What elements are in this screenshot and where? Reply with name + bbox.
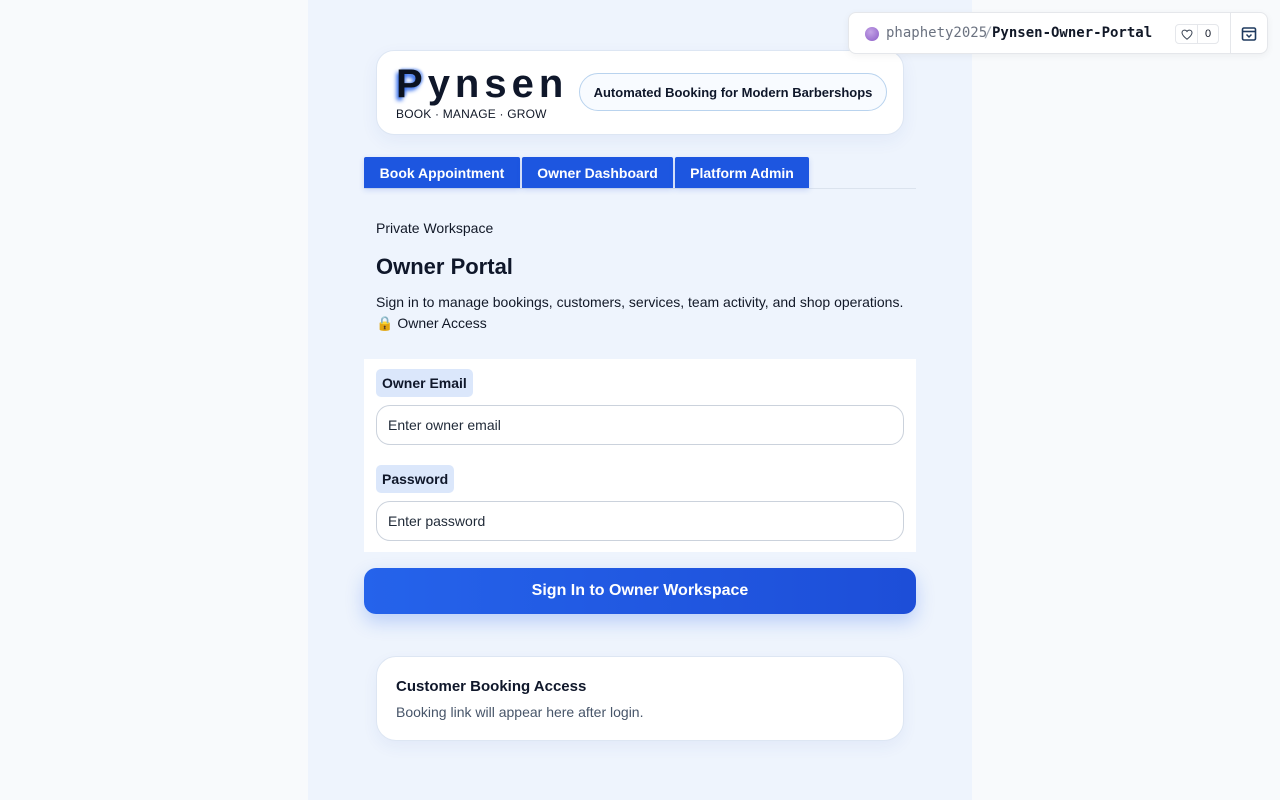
email-label: Owner Email bbox=[376, 369, 473, 397]
tab-book-appointment[interactable]: Book Appointment bbox=[364, 157, 520, 188]
repo-owner-link[interactable]: phaphety2025 bbox=[886, 25, 987, 41]
like-button[interactable]: 0 bbox=[1175, 24, 1219, 44]
login-form: Owner Email Password bbox=[364, 359, 916, 552]
nav-tabs: Book Appointment Owner Dashboard Platfor… bbox=[364, 157, 916, 189]
brand-tagline: BOOK · MANAGE · GROW bbox=[396, 107, 547, 121]
password-field[interactable] bbox=[376, 501, 904, 541]
password-label: Password bbox=[376, 465, 455, 493]
logo-initial: P bbox=[396, 62, 428, 106]
logo-rest: ynsen bbox=[427, 62, 569, 106]
brand-logo: Pynsen bbox=[396, 61, 568, 107]
tab-owner-dashboard[interactable]: Owner Dashboard bbox=[522, 157, 673, 188]
customer-booking-card: Customer Booking Access Booking link wil… bbox=[376, 656, 904, 741]
section-eyebrow: Private Workspace bbox=[376, 220, 494, 236]
lock-icon: 🔒 bbox=[376, 315, 394, 331]
email-field[interactable] bbox=[376, 405, 904, 445]
repo-name-link[interactable]: Pynsen-Owner-Portal bbox=[992, 25, 1152, 41]
page-description: Sign in to manage bookings, customers, s… bbox=[376, 294, 904, 310]
owner-access-label: Owner Access bbox=[397, 315, 487, 331]
tab-platform-admin[interactable]: Platform Admin bbox=[675, 157, 809, 188]
owner-access-note: 🔒 Owner Access bbox=[376, 315, 487, 332]
sign-in-button[interactable]: Sign In to Owner Workspace bbox=[364, 568, 916, 614]
brand-header-card: Pynsen BOOK · MANAGE · GROW Automated Bo… bbox=[376, 50, 904, 135]
heart-icon bbox=[1176, 25, 1198, 43]
badge-divider bbox=[1230, 13, 1231, 53]
window-icon[interactable] bbox=[1240, 25, 1258, 43]
avatar[interactable] bbox=[865, 27, 879, 41]
brand-pill: Automated Booking for Modern Barbershops bbox=[579, 73, 887, 111]
page-title: Owner Portal bbox=[376, 254, 513, 279]
repo-badge: phaphety2025 / Pynsen-Owner-Portal 0 bbox=[848, 12, 1268, 54]
booking-card-text: Booking link will appear here after logi… bbox=[396, 704, 644, 720]
booking-card-title: Customer Booking Access bbox=[396, 678, 587, 695]
like-count: 0 bbox=[1204, 28, 1212, 40]
